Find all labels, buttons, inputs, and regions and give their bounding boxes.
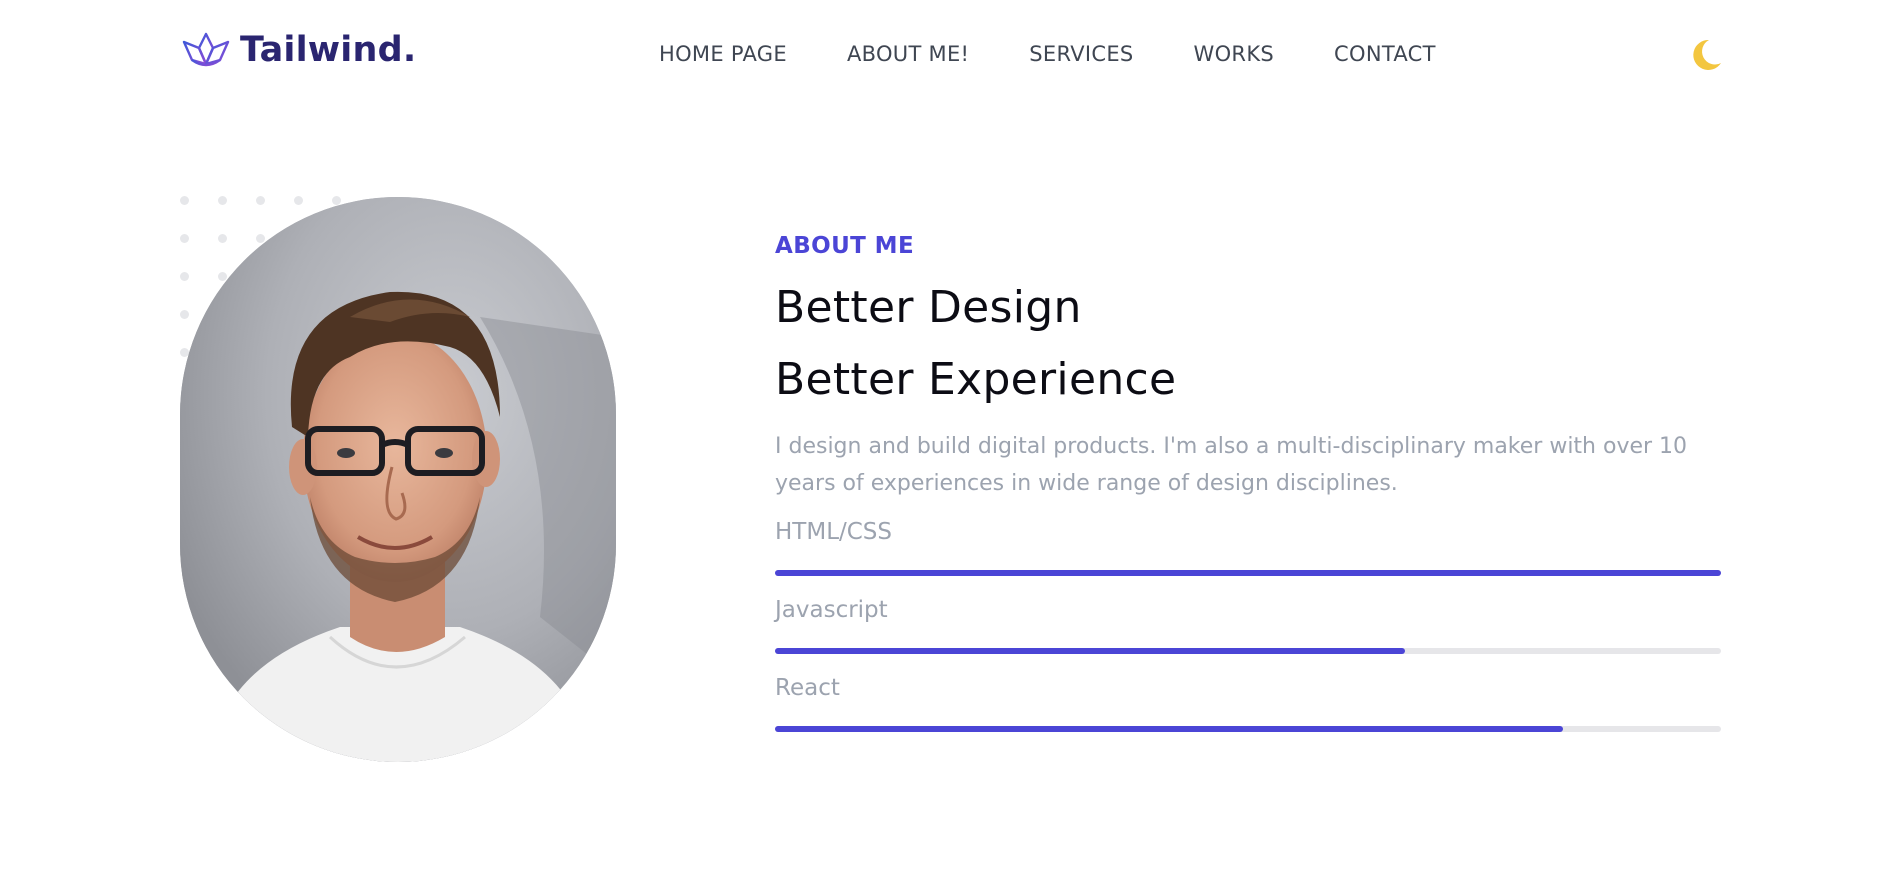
- about-title-line-2: Better Experience: [775, 354, 1177, 405]
- nav-contact[interactable]: CONTACT: [1334, 40, 1436, 68]
- nav-about-me[interactable]: ABOUT ME!: [847, 40, 969, 68]
- portrait-photo: [180, 197, 616, 762]
- portrait-illustration: [180, 197, 616, 762]
- main-nav: HOME PAGE ABOUT ME! SERVICES WORKS CONTA…: [659, 40, 1436, 68]
- moon-icon[interactable]: [1687, 36, 1725, 74]
- nav-services[interactable]: SERVICES: [1029, 40, 1133, 68]
- skill-fill: [775, 648, 1406, 654]
- skill-label-react: React: [775, 675, 840, 701]
- skill-label-javascript: Javascript: [775, 597, 888, 623]
- brand-logo[interactable]: Tailwind.: [180, 30, 416, 70]
- skill-label-html-css: HTML/CSS: [775, 519, 893, 545]
- crown-lotus-icon: [182, 32, 230, 67]
- about-description: I design and build digital products. I'm…: [775, 434, 1688, 496]
- skill-fill: [775, 726, 1564, 732]
- brand-name: Tailwind.: [240, 30, 417, 70]
- nav-works[interactable]: WORKS: [1194, 40, 1275, 68]
- nav-home-page[interactable]: HOME PAGE: [659, 40, 787, 68]
- skill-bar-html-css: [775, 570, 1721, 576]
- about-title-line-1: Better Design: [775, 282, 1082, 333]
- skill-fill: [775, 570, 1721, 576]
- site-header: Tailwind. HOME PAGE ABOUT ME! SERVICES W…: [0, 0, 1894, 108]
- section-eyebrow: ABOUT ME: [775, 233, 915, 259]
- skill-bar-javascript: [775, 648, 1721, 654]
- skill-bar-react: [775, 726, 1721, 732]
